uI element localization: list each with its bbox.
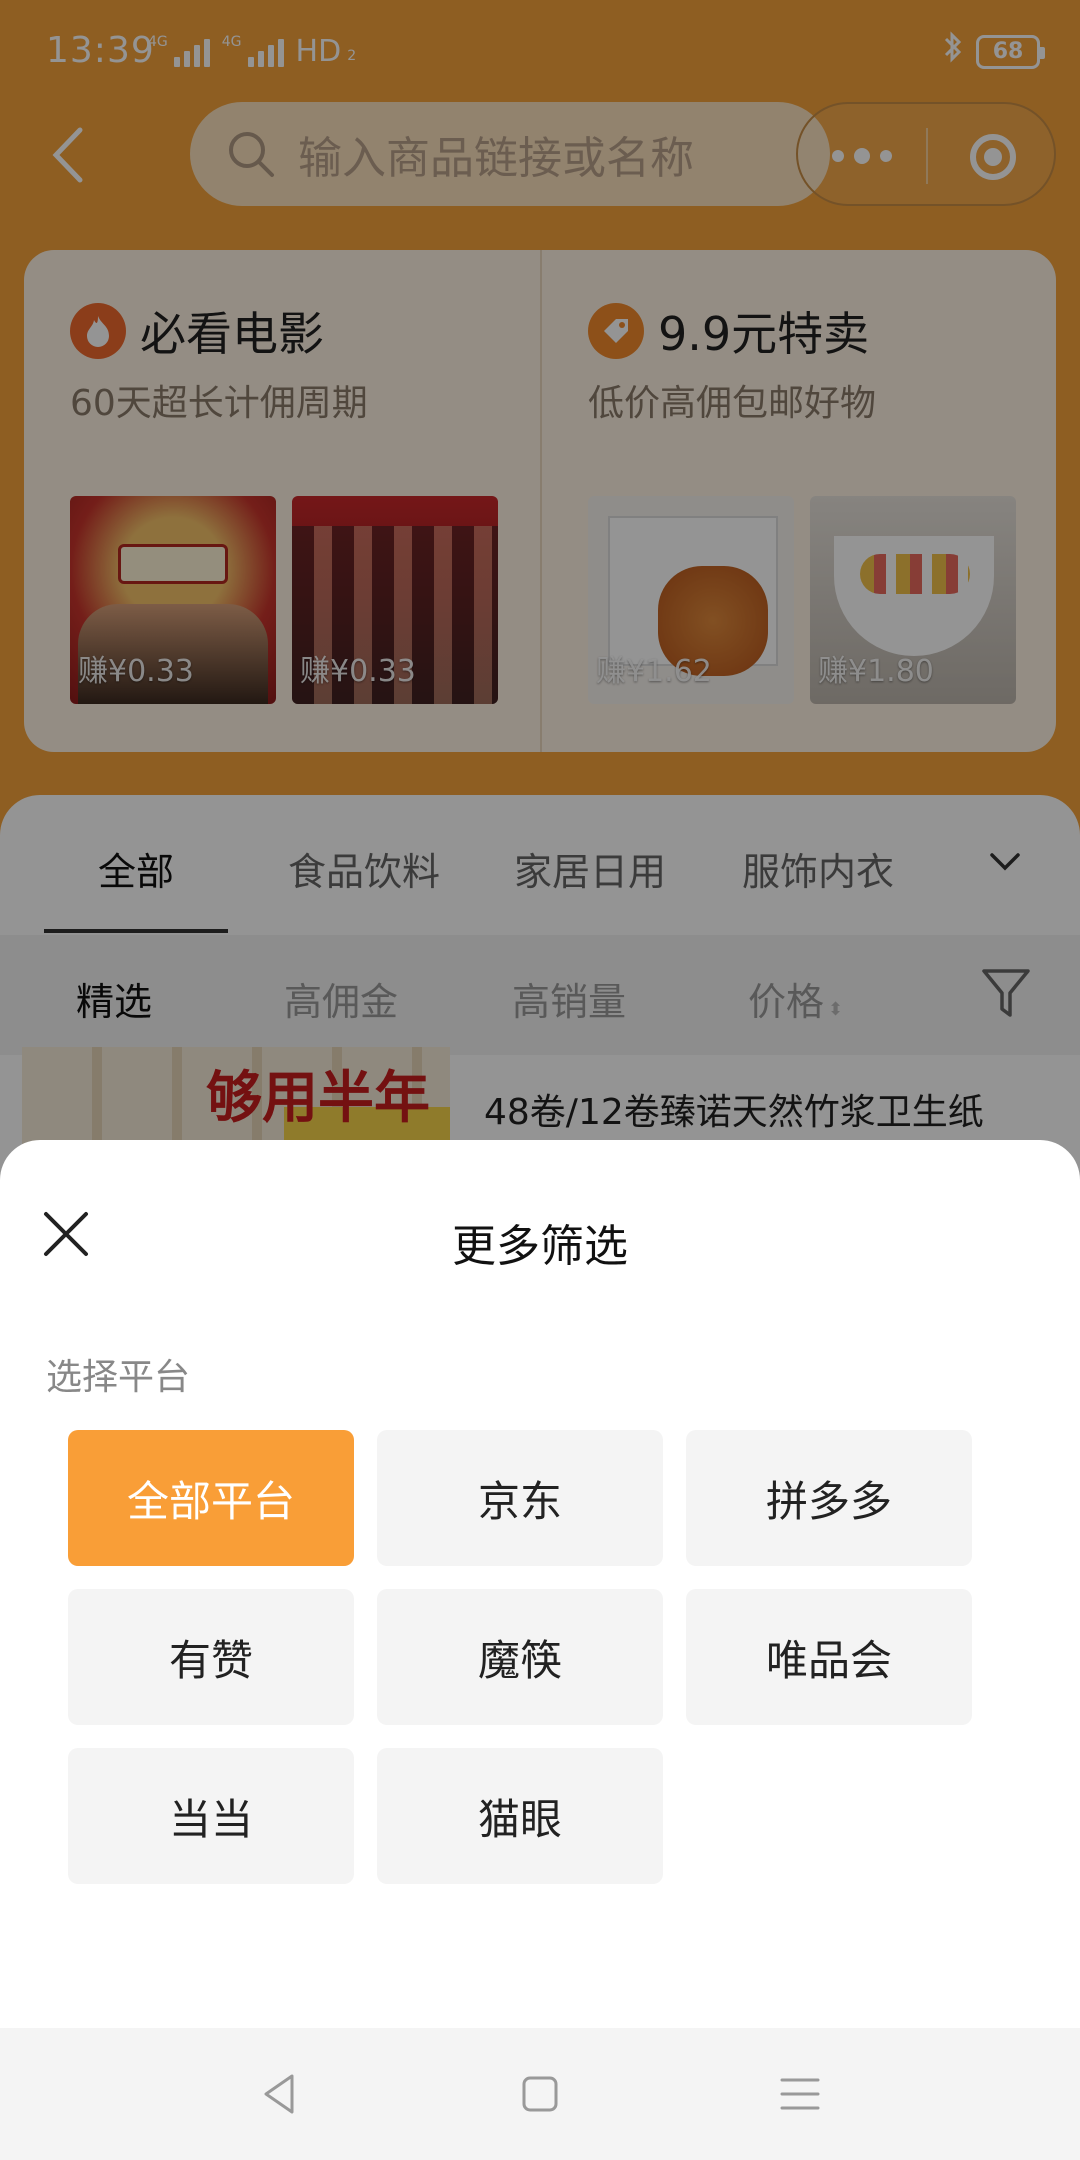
platform-option-vip[interactable]: 唯品会 [686,1589,972,1725]
home-square-icon[interactable] [518,2072,562,2116]
platform-option-youzan[interactable]: 有赞 [68,1589,354,1725]
system-nav-bar [0,2028,1080,2160]
menu-icon[interactable] [778,2072,822,2116]
platform-option-maoyan[interactable]: 猫眼 [377,1748,663,1884]
back-triangle-icon[interactable] [258,2072,302,2116]
platform-option-all[interactable]: 全部平台 [68,1430,354,1566]
section-label: 选择平台 [46,1357,191,1398]
platform-option-mokuai[interactable]: 魔筷 [377,1589,663,1725]
filter-sheet: 更多筛选 选择平台 全部平台 京东 拼多多 有赞 魔筷 唯品会 当当 猫眼 [0,1140,1080,2028]
platform-option-jd[interactable]: 京东 [377,1430,663,1566]
platform-option-dangdang[interactable]: 当当 [68,1748,354,1884]
platform-option-pdd[interactable]: 拼多多 [686,1430,972,1566]
sheet-title: 更多筛选 [452,1221,628,1272]
